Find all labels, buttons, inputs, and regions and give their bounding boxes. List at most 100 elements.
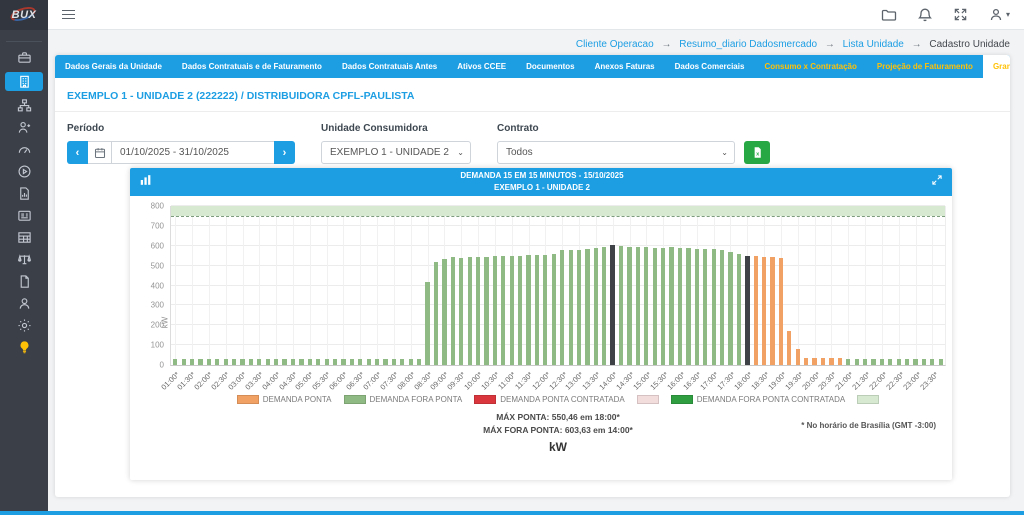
bar-19:45 [804, 358, 808, 365]
bar-02:30 [224, 359, 228, 365]
chart-footer: MÁX PONTA: 550,46 em 18:00* MÁX FORA PON… [170, 411, 946, 457]
bar-05:45 [333, 359, 337, 365]
bar-04:45 [299, 359, 303, 365]
export-excel-button[interactable]: x [744, 141, 770, 164]
x-tick-label: 07:00* [361, 370, 383, 392]
gridline-y [171, 265, 945, 266]
bar-13:45 [602, 247, 606, 365]
tab-dados-gerais-da-unidade[interactable]: Dados Gerais da Unidade [55, 55, 172, 78]
bar-19:30 [796, 349, 800, 365]
gridline-y [171, 304, 945, 305]
chart-title-line1: DEMANDA 15 EM 15 MINUTOS - 15/10/2025 [153, 170, 931, 182]
sidebar-item-building[interactable] [5, 72, 43, 91]
gear-icon [17, 318, 32, 333]
periodo-input[interactable] [112, 147, 274, 158]
bar-16:30 [695, 249, 699, 365]
sidebar-item-user[interactable] [5, 296, 43, 311]
bar-05:30 [325, 359, 329, 365]
contracted-fora-ponta-band [171, 206, 945, 216]
menu-toggle-icon[interactable] [62, 10, 75, 20]
bar-18:15 [754, 256, 758, 365]
chart-expand-icon[interactable] [931, 173, 943, 191]
breadcrumb: Cliente Operacao → Resumo_diario Dadosme… [576, 39, 1010, 50]
sidebar-item-briefcase[interactable] [5, 50, 43, 65]
legend-item-demanda-ponta-contratada[interactable]: DEMANDA PONTA CONTRATADA [474, 395, 624, 404]
sidebar-item-file[interactable] [5, 274, 43, 289]
breadcrumb-link[interactable]: Lista Unidade [843, 39, 904, 50]
chevron-down-icon: ▾ [1006, 10, 1010, 19]
tab-proje-o-de-faturamento[interactable]: Projeção de Faturamento [867, 55, 983, 78]
gridline-x [175, 206, 176, 365]
sidebar-item-sitemap[interactable] [5, 98, 43, 113]
x-tick-label: 06:30* [344, 370, 366, 392]
user-menu[interactable]: ▾ [988, 7, 1010, 23]
tab-grandezas-el-tricas[interactable]: Grandezas Elétricas [983, 55, 1010, 78]
calendar-icon[interactable] [88, 142, 112, 163]
contrato-label: Contrato [497, 123, 770, 134]
breadcrumb-separator: → [659, 39, 675, 50]
bar-23:15 [922, 359, 926, 365]
sidebar-item-gear[interactable] [5, 318, 43, 333]
bar-11:45 [535, 255, 539, 366]
expand-icon[interactable] [953, 7, 968, 22]
sidebar-item-scale[interactable] [5, 252, 43, 267]
bar-14:00 [610, 245, 615, 365]
bar-08:30 [425, 282, 429, 365]
folder-icon[interactable] [881, 7, 897, 23]
app-logo[interactable]: BUX [0, 0, 48, 30]
tab-consumo-x-contrata-o[interactable]: Consumo x Contratação [754, 55, 866, 78]
x-tick-label: 17:00* [699, 370, 721, 392]
bar-03:45 [266, 359, 270, 365]
bar-06:30 [358, 359, 362, 365]
breadcrumb-link[interactable]: Resumo_diario Dadosmercado [679, 39, 817, 50]
sidebar-item-gauge[interactable] [5, 142, 43, 157]
bell-icon[interactable] [917, 7, 933, 23]
sidebar-item-play-circle[interactable] [5, 164, 43, 179]
tab-dados-contratuais-e-de-faturamento[interactable]: Dados Contratuais e de Faturamento [172, 55, 332, 78]
legend-item-demanda-fora-ponta[interactable]: DEMANDA FORA PONTA [344, 395, 463, 404]
sidebar-item-file-chart[interactable] [5, 186, 43, 201]
bar-13:30 [594, 248, 598, 365]
tab-ativos-ccee[interactable]: Ativos CCEE [447, 55, 516, 78]
legend-item-demanda-fora-ponta-contratada[interactable]: DEMANDA FORA PONTA CONTRATADA [671, 395, 845, 404]
bar-08:00 [409, 359, 413, 365]
tab-anexos-faturas[interactable]: Anexos Faturas [585, 55, 665, 78]
gridline-x [815, 206, 816, 365]
gridline-x [209, 206, 210, 365]
x-tick-label: 13:30* [581, 370, 603, 392]
y-tick-label: 0 [160, 361, 164, 370]
breadcrumb-link[interactable]: Cliente Operacao [576, 39, 654, 50]
main-card: Dados Gerais da UnidadeDados Contratuais… [55, 55, 1010, 497]
legend-item-demanda-ponta[interactable]: DEMANDA PONTA [237, 395, 332, 404]
chart-card: DEMANDA 15 EM 15 MINUTOS - 15/10/2025 EX… [130, 168, 952, 480]
sidebar-item-list-card[interactable] [5, 208, 43, 223]
y-tick-label: 700 [151, 221, 164, 230]
bar-05:15 [316, 359, 320, 365]
periodo-prev-button[interactable]: ‹ [67, 141, 88, 164]
sidebar-item-lightbulb[interactable] [5, 340, 43, 355]
sidebar-item-table[interactable] [5, 230, 43, 245]
tab-dados-contratuais-antes[interactable]: Dados Contratuais Antes [332, 55, 447, 78]
bar-13:15 [585, 249, 589, 365]
legend-item-band[interactable] [857, 395, 879, 404]
legend-item-band[interactable] [637, 395, 659, 404]
tab-dados-comerciais[interactable]: Dados Comerciais [665, 55, 755, 78]
periodo-next-button[interactable]: › [274, 141, 295, 164]
x-tick-label: 01:00* [159, 370, 181, 392]
contrato-select[interactable]: Todos ⌄ [497, 141, 735, 164]
user-icon [17, 296, 32, 311]
gridline-x [276, 206, 277, 365]
bar-10:15 [484, 257, 488, 365]
unidade-select[interactable]: EXEMPLO 1 - UNIDADE 2 ⌄ [321, 141, 471, 164]
play-circle-icon [17, 164, 32, 179]
bar-17:45 [737, 254, 741, 365]
scale-icon [17, 252, 32, 267]
y-tick-label: 100 [151, 341, 164, 350]
tab-documentos[interactable]: Documentos [516, 55, 584, 78]
gridline-x [916, 206, 917, 365]
chart-header: DEMANDA 15 EM 15 MINUTOS - 15/10/2025 EX… [130, 168, 952, 196]
sidebar-item-user-plus[interactable] [5, 120, 43, 135]
bar-03:30 [257, 359, 261, 365]
gridline-x [798, 206, 799, 365]
bar-06:15 [350, 359, 354, 365]
